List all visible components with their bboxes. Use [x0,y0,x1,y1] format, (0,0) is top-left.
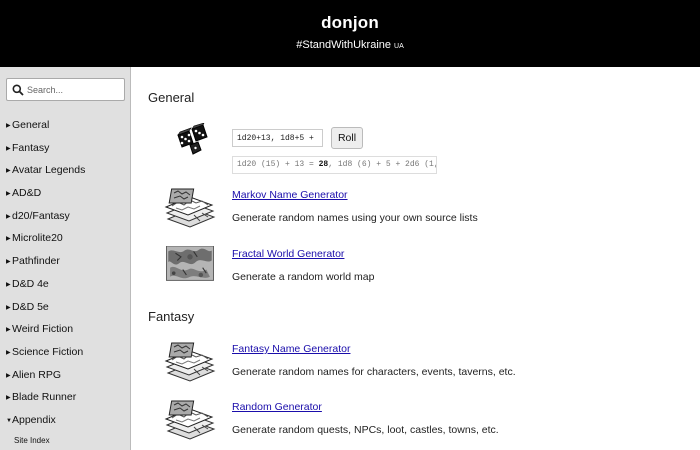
sidebar-item-weird-fiction[interactable]: ▶Weird Fiction [0,318,131,341]
main-content: General Roll 1d20 (15) + 13 = 28, 1d8 (6… [132,67,700,450]
sidebar-item-label: d20/Fantasy [12,209,70,222]
magnifier-icon [12,84,24,96]
tool-link-fantasy-name[interactable]: Fantasy Name Generator [232,343,350,355]
tool-desc-fantasy-name: Generate random names for characters, ev… [232,366,516,378]
sidebar-item-dnd-4e[interactable]: ▶D&D 4e [0,273,131,296]
sidebar-item-appendix[interactable]: ▼Appendix [0,409,131,432]
map-stack-icon[interactable] [164,341,216,383]
tool-markov-name-generator: Markov Name Generator Generate random na… [164,187,664,237]
sidebar-item-label: Microlite20 [12,232,63,245]
search-input[interactable] [27,82,121,98]
sidebar-item-pathfinder[interactable]: ▶Pathfinder [0,250,131,273]
tagline-suffix: UA [394,43,404,50]
tool-random-generator: Random Generator Generate random quests,… [164,399,664,449]
map-stack-icon[interactable] [164,187,216,229]
sidebar-item-dnd-5e[interactable]: ▶D&D 5e [0,296,131,319]
sidebar-item-avatar-legends[interactable]: ▶Avatar Legends [0,159,131,182]
dice-result-expr-1: 1d20 (15) + 13 = [237,160,319,169]
search-box [6,78,125,101]
tool-link-fractal-world[interactable]: Fractal World Generator [232,248,344,260]
sidebar-subitem-site-index[interactable]: Site Index [14,436,50,445]
sidebar-item-fantasy[interactable]: ▶Fantasy [0,137,131,160]
sidebar-item-label: AD&D [12,187,42,200]
sidebar-item-label: Appendix [12,413,56,426]
tool-link-random-generator[interactable]: Random Generator [232,401,322,413]
sidebar-item-add[interactable]: ▶AD&D [0,182,131,205]
sidebar-item-science-fiction[interactable]: ▶Science Fiction [0,341,131,364]
sidebar-item-alien-rpg[interactable]: ▶Alien RPG [0,364,131,387]
dice-result-expr-2: 1d8 (6) + 5 + 2d6 (1, 1) = [337,160,436,169]
sidebar: ▶General ▶Fantasy ▶Avatar Legends ▶AD&D … [0,67,131,450]
site-header: donjon #StandWithUkraine UA [0,0,700,67]
sidebar-nav: ▶General ▶Fantasy ▶Avatar Legends ▶AD&D … [0,114,131,432]
sidebar-item-label: Pathfinder [12,255,60,268]
tagline[interactable]: #StandWithUkraine UA [0,39,700,51]
tool-link-markov[interactable]: Markov Name Generator [232,189,348,201]
tagline-text: #StandWithUkraine [296,39,392,51]
tool-desc-random-generator: Generate random quests, NPCs, loot, cast… [232,424,499,436]
sidebar-item-label: D&D 5e [12,300,49,313]
sidebar-item-label: General [12,119,50,131]
section-heading-general: General [148,90,195,105]
tool-desc-markov: Generate random names using your own sou… [232,212,478,224]
sidebar-item-label: Alien RPG [12,368,62,381]
sidebar-item-label: D&D 4e [12,277,49,290]
dice-result-separator: , [328,160,338,169]
map-stack-icon[interactable] [164,399,216,441]
section-heading-fantasy: Fantasy [148,309,195,324]
tool-fantasy-name-generator: Fantasy Name Generator Generate random n… [164,341,664,391]
tool-desc-fractal-world: Generate a random world map [232,271,375,283]
dice-icon [177,123,208,155]
dice-result: 1d20 (15) + 13 = 28, 1d8 (6) + 5 + 2d6 (… [232,156,437,174]
roll-button[interactable]: Roll [331,127,363,149]
sidebar-item-label: Avatar Legends [12,164,86,177]
sidebar-item-blade-runner[interactable]: ▶Blade Runner [0,386,131,409]
world-map-icon[interactable] [164,246,216,284]
sidebar-item-label: Science Fiction [12,345,84,358]
tool-fractal-world-generator: Fractal World Generator Generate a rando… [164,246,664,296]
site-title[interactable]: donjon [0,13,700,33]
sidebar-item-general[interactable]: ▶General [0,114,131,137]
sidebar-item-microlite20[interactable]: ▶Microlite20 [0,227,131,250]
dice-expression-input[interactable] [232,129,323,147]
sidebar-item-label: Fantasy [12,141,50,154]
sidebar-item-d20-fantasy[interactable]: ▶d20/Fantasy [0,205,131,228]
sidebar-item-label: Blade Runner [12,391,77,404]
sidebar-item-label: Weird Fiction [12,323,74,336]
dice-result-total-1: 28 [318,160,329,169]
